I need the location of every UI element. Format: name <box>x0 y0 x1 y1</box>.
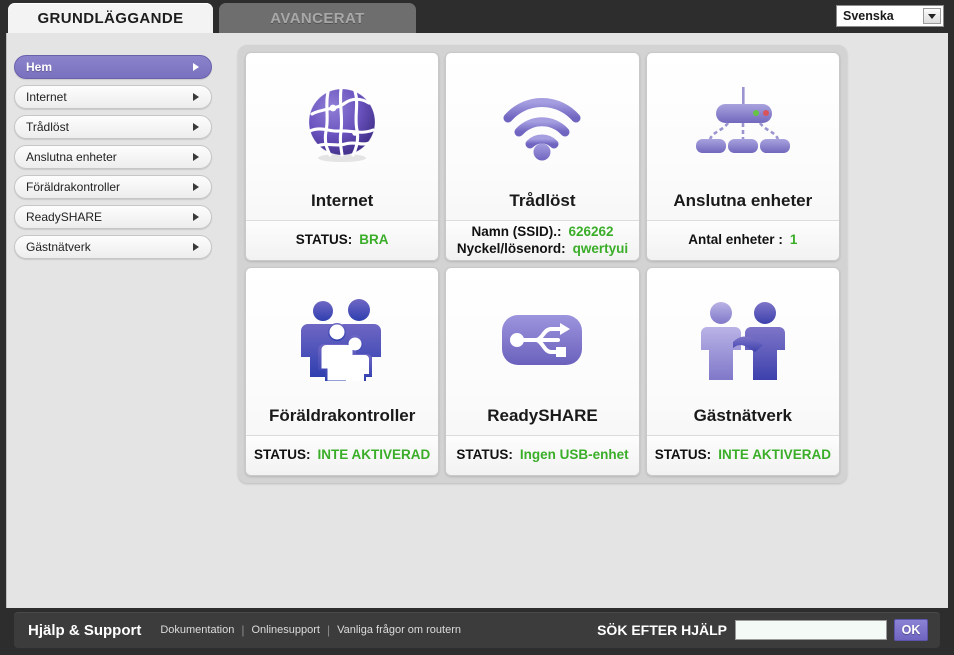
usb-icon <box>446 268 638 406</box>
card-gastnatverk[interactable]: Gästnätverk STATUS: INTE AKTIVERAD <box>645 267 840 476</box>
status-label: STATUS: <box>295 232 353 248</box>
wifi-icon <box>446 53 638 191</box>
link-vanliga-fragor[interactable]: Vanliga frågor om routern <box>330 624 468 636</box>
link-onlinesupport[interactable]: Onlinesupport <box>244 624 327 636</box>
device-count-value: 1 <box>789 232 798 248</box>
help-search-input[interactable] <box>735 620 887 640</box>
device-count-row: Antal enheter : 1 <box>688 232 797 249</box>
sidebar-item-gastnatverk[interactable]: Gästnätverk <box>14 235 212 259</box>
language-select-value: Svenska <box>843 9 894 23</box>
card-anslutna-enheter[interactable]: Anslutna enheter Antal enheter : 1 <box>645 52 840 261</box>
sidebar-item-foraldrakontroller[interactable]: Föräldrakontroller <box>14 175 212 199</box>
sidebar-item-internet[interactable]: Internet <box>14 85 212 109</box>
card-title: Gästnätverk <box>693 406 792 425</box>
sidebar-item-tradlost[interactable]: Trådlöst <box>14 115 212 139</box>
sidebar-item-label: Hem <box>26 60 53 74</box>
sidebar-item-label: Föräldrakontroller <box>26 180 121 194</box>
password-value: qwertyui <box>572 240 629 256</box>
chevron-right-icon <box>193 93 199 101</box>
sidebar-nav: Hem Internet Trådlöst Anslutna enheter F… <box>14 55 212 265</box>
card-title: Internet <box>310 191 374 210</box>
globe-icon <box>246 53 438 191</box>
status-label: STATUS: <box>456 447 513 463</box>
chevron-right-icon <box>193 243 199 251</box>
family-icon <box>246 268 438 406</box>
chevron-right-icon <box>193 63 199 71</box>
language-select[interactable]: Svenska <box>836 5 944 27</box>
status-row: STATUS: INTE AKTIVERAD <box>655 447 831 464</box>
help-search-label: SÖK EFTER HJÄLP <box>597 622 727 638</box>
card-status-footer: Antal enheter : 1 <box>646 220 839 260</box>
card-tradlost[interactable]: Trådlöst Namn (SSID).: 626262 Nyckel/löse… <box>445 52 640 261</box>
card-status-footer: STATUS: Ingen USB-enhet <box>446 435 639 475</box>
ssid-value: 626262 <box>568 223 614 239</box>
status-row: STATUS: INTE AKTIVERAD <box>254 447 430 464</box>
help-support-title: Hjälp & Support <box>28 621 142 639</box>
top-tab-bar: GRUNDLÄGGANDE AVANCERAT Svenska <box>0 0 954 33</box>
status-value: INTE AKTIVERAD <box>718 447 831 463</box>
chevron-right-icon <box>193 213 199 221</box>
dashboard-cards-panel: Internet STATUS: BRA Trådlöst Namn (SSID… <box>238 45 847 483</box>
sidebar-item-label: Gästnätverk <box>26 240 91 254</box>
sidebar-item-anslutna-enheter[interactable]: Anslutna enheter <box>14 145 212 169</box>
sidebar-item-label: Internet <box>26 90 67 104</box>
router-devices-icon <box>647 53 839 191</box>
status-value: Ingen USB-enhet <box>519 447 629 463</box>
link-dokumentation[interactable]: Dokumentation <box>153 624 241 636</box>
card-title: Anslutna enheter <box>673 191 813 210</box>
status-row: STATUS: BRA <box>296 232 389 249</box>
device-count-label: Antal enheter : <box>688 232 783 248</box>
card-status-footer: STATUS: INTE AKTIVERAD <box>646 435 839 475</box>
help-support-bar: Hjälp & Support Dokumentation | Onlinesu… <box>14 612 940 648</box>
chevron-right-icon <box>193 183 199 191</box>
help-search-group: SÖK EFTER HJÄLP OK <box>597 619 928 641</box>
ssid-row: Namn (SSID).: 626262 <box>471 224 613 241</box>
password-label: Nyckel/lösenord: <box>456 240 566 256</box>
chevron-right-icon <box>193 123 199 131</box>
tab-grundlaggande-label: GRUNDLÄGGANDE <box>37 9 184 27</box>
sidebar-item-label: Trådlöst <box>26 120 69 134</box>
tab-avancerat-label: AVANCERAT <box>270 9 365 27</box>
status-value: BRA <box>359 232 389 248</box>
card-readyshare[interactable]: ReadySHARE STATUS: Ingen USB-enhet <box>445 267 640 476</box>
card-title: Trådlöst <box>509 191 576 210</box>
card-status-footer: STATUS: BRA <box>246 220 439 260</box>
card-internet[interactable]: Internet STATUS: BRA <box>245 52 440 261</box>
help-search-ok-button[interactable]: OK <box>894 619 928 641</box>
sidebar-item-hem[interactable]: Hem <box>14 55 212 79</box>
card-foraldrakontroller[interactable]: Föräldrakontroller STATUS: INTE AKTIVERAD <box>245 267 440 476</box>
footer-links: Dokumentation | Onlinesupport | Vanliga … <box>153 623 468 637</box>
card-title: Föräldrakontroller <box>268 406 416 425</box>
chevron-right-icon <box>193 153 199 161</box>
page-body: Hem Internet Trådlöst Anslutna enheter F… <box>6 33 948 608</box>
tab-grundlaggande[interactable]: GRUNDLÄGGANDE <box>8 3 213 33</box>
status-row: STATUS: Ingen USB-enhet <box>456 447 628 464</box>
status-label: STATUS: <box>254 447 311 463</box>
sidebar-item-label: Anslutna enheter <box>26 150 117 164</box>
status-label: STATUS: <box>654 447 712 463</box>
handshake-icon <box>647 268 839 406</box>
tab-avancerat[interactable]: AVANCERAT <box>219 3 416 33</box>
router-admin-window: GRUNDLÄGGANDE AVANCERAT Svenska Hem Inte… <box>0 0 954 655</box>
card-title: ReadySHARE <box>487 406 598 425</box>
card-status-footer: STATUS: INTE AKTIVERAD <box>246 435 439 475</box>
chevron-down-icon <box>923 8 941 24</box>
ssid-label: Namn (SSID).: <box>471 223 562 239</box>
sidebar-item-label: ReadySHARE <box>26 210 103 224</box>
sidebar-item-readyshare[interactable]: ReadySHARE <box>14 205 212 229</box>
card-status-footer: Namn (SSID).: 626262 Nyckel/lösenord: qwer… <box>446 220 639 260</box>
status-value: INTE AKTIVERAD <box>317 447 431 463</box>
password-row: Nyckel/lösenord: qwertyui <box>457 241 628 258</box>
